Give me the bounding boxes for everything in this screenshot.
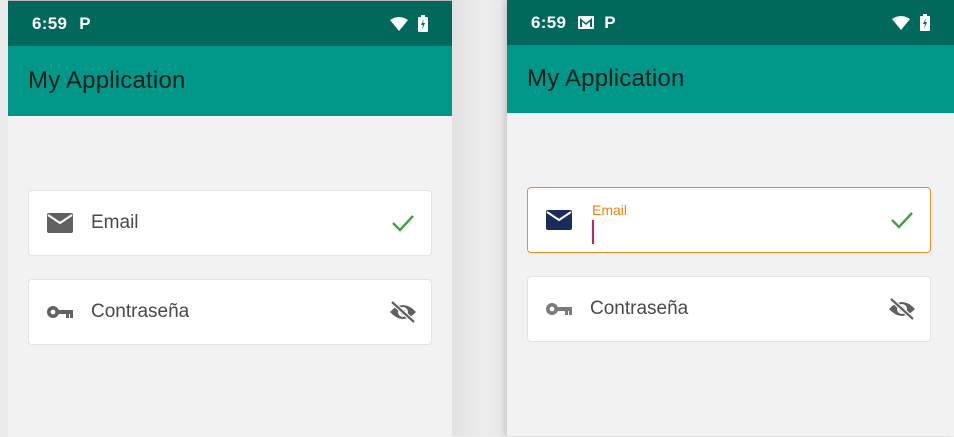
app-bar: My Application [507, 45, 954, 113]
email-field-focused[interactable]: Email [527, 187, 931, 253]
status-time: 6:59 [32, 13, 68, 33]
check-icon [375, 213, 431, 233]
visibility-off-icon[interactable] [874, 297, 930, 321]
password-field[interactable]: Contraseña [28, 279, 432, 345]
battery-charging-icon [920, 14, 930, 31]
password-label: Contraseña [590, 298, 689, 319]
mail-icon [528, 210, 590, 230]
email-floating-label: Email [592, 202, 628, 218]
wifi-icon [892, 15, 910, 30]
phone-screen-focused: 6:59 P My Application Email Contraseña [507, 0, 954, 436]
app-bar: My Application [8, 46, 452, 116]
parking-p-icon: P [604, 12, 616, 32]
password-field[interactable]: Contraseña [527, 276, 931, 342]
status-bar: 6:59 P [8, 1, 452, 46]
email-field[interactable]: Email [28, 190, 432, 256]
key-icon [29, 304, 91, 320]
email-input[interactable]: Email [590, 188, 874, 252]
mail-icon [29, 213, 91, 233]
check-icon [874, 210, 930, 230]
key-icon [528, 301, 590, 317]
app-title: My Application [28, 67, 186, 94]
status-bar: 6:59 P [507, 0, 954, 45]
screen-divider [452, 0, 507, 436]
phone-screen-unfocused: 6:59 P My Application Email Contraseña [8, 0, 452, 437]
status-time: 6:59 [531, 12, 567, 32]
battery-charging-icon [418, 15, 428, 32]
text-cursor [592, 220, 594, 244]
app-title: My Application [527, 65, 685, 92]
email-label: Email [91, 212, 139, 233]
gmail-icon [578, 16, 595, 29]
visibility-off-icon[interactable] [375, 300, 431, 324]
parking-p-icon: P [79, 13, 91, 33]
password-label: Contraseña [91, 301, 190, 322]
wifi-icon [390, 16, 408, 31]
